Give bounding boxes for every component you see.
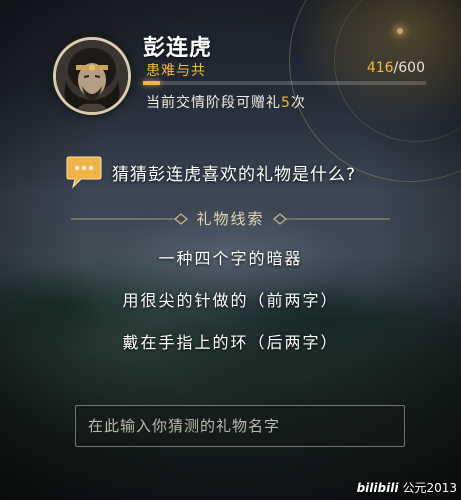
gift-answer-input[interactable] [76, 406, 404, 446]
speech-bubble-icon [65, 155, 103, 193]
character-name: 彭连虎 [143, 36, 213, 61]
bilibili-logo-icon: bilibili [356, 481, 399, 495]
affinity-max: 600 [398, 60, 425, 76]
gift-text-suffix: 次 [290, 95, 306, 111]
clue-item-3: 戴在手指上的环（后两字） [122, 333, 339, 352]
clue-title: 礼物线索 [196, 210, 265, 228]
clue-item-1: 一种四个字的暗器 [158, 249, 303, 268]
watermark-text: 公元2013 [402, 481, 457, 495]
portrait-illustration [56, 40, 128, 112]
clue-item-2: 用很尖的针做的（前两字） [122, 291, 339, 310]
gift-remaining-text: 当前交情阶段可赠礼5次 [146, 92, 306, 112]
affinity-count: 416/600 [367, 60, 425, 76]
relationship-stage: 患难与共 [146, 63, 206, 79]
affinity-current: 416 [366, 60, 394, 76]
clue-header: 礼物线索 [0, 208, 461, 229]
answer-input-box[interactable] [75, 405, 405, 447]
watermark: bilibili 公元2013 [357, 479, 457, 496]
affinity-progress-fill [143, 81, 160, 85]
left-ornament-icon [71, 212, 189, 225]
character-portrait [53, 37, 131, 115]
gift-question: 猜猜彭连虎喜欢的礼物是什么? [112, 165, 357, 185]
affinity-progress-bar [143, 81, 426, 85]
gift-text-prefix: 当前交情阶段可赠礼 [146, 95, 281, 111]
right-ornament-icon [272, 212, 390, 225]
gift-count: 5 [281, 95, 291, 111]
